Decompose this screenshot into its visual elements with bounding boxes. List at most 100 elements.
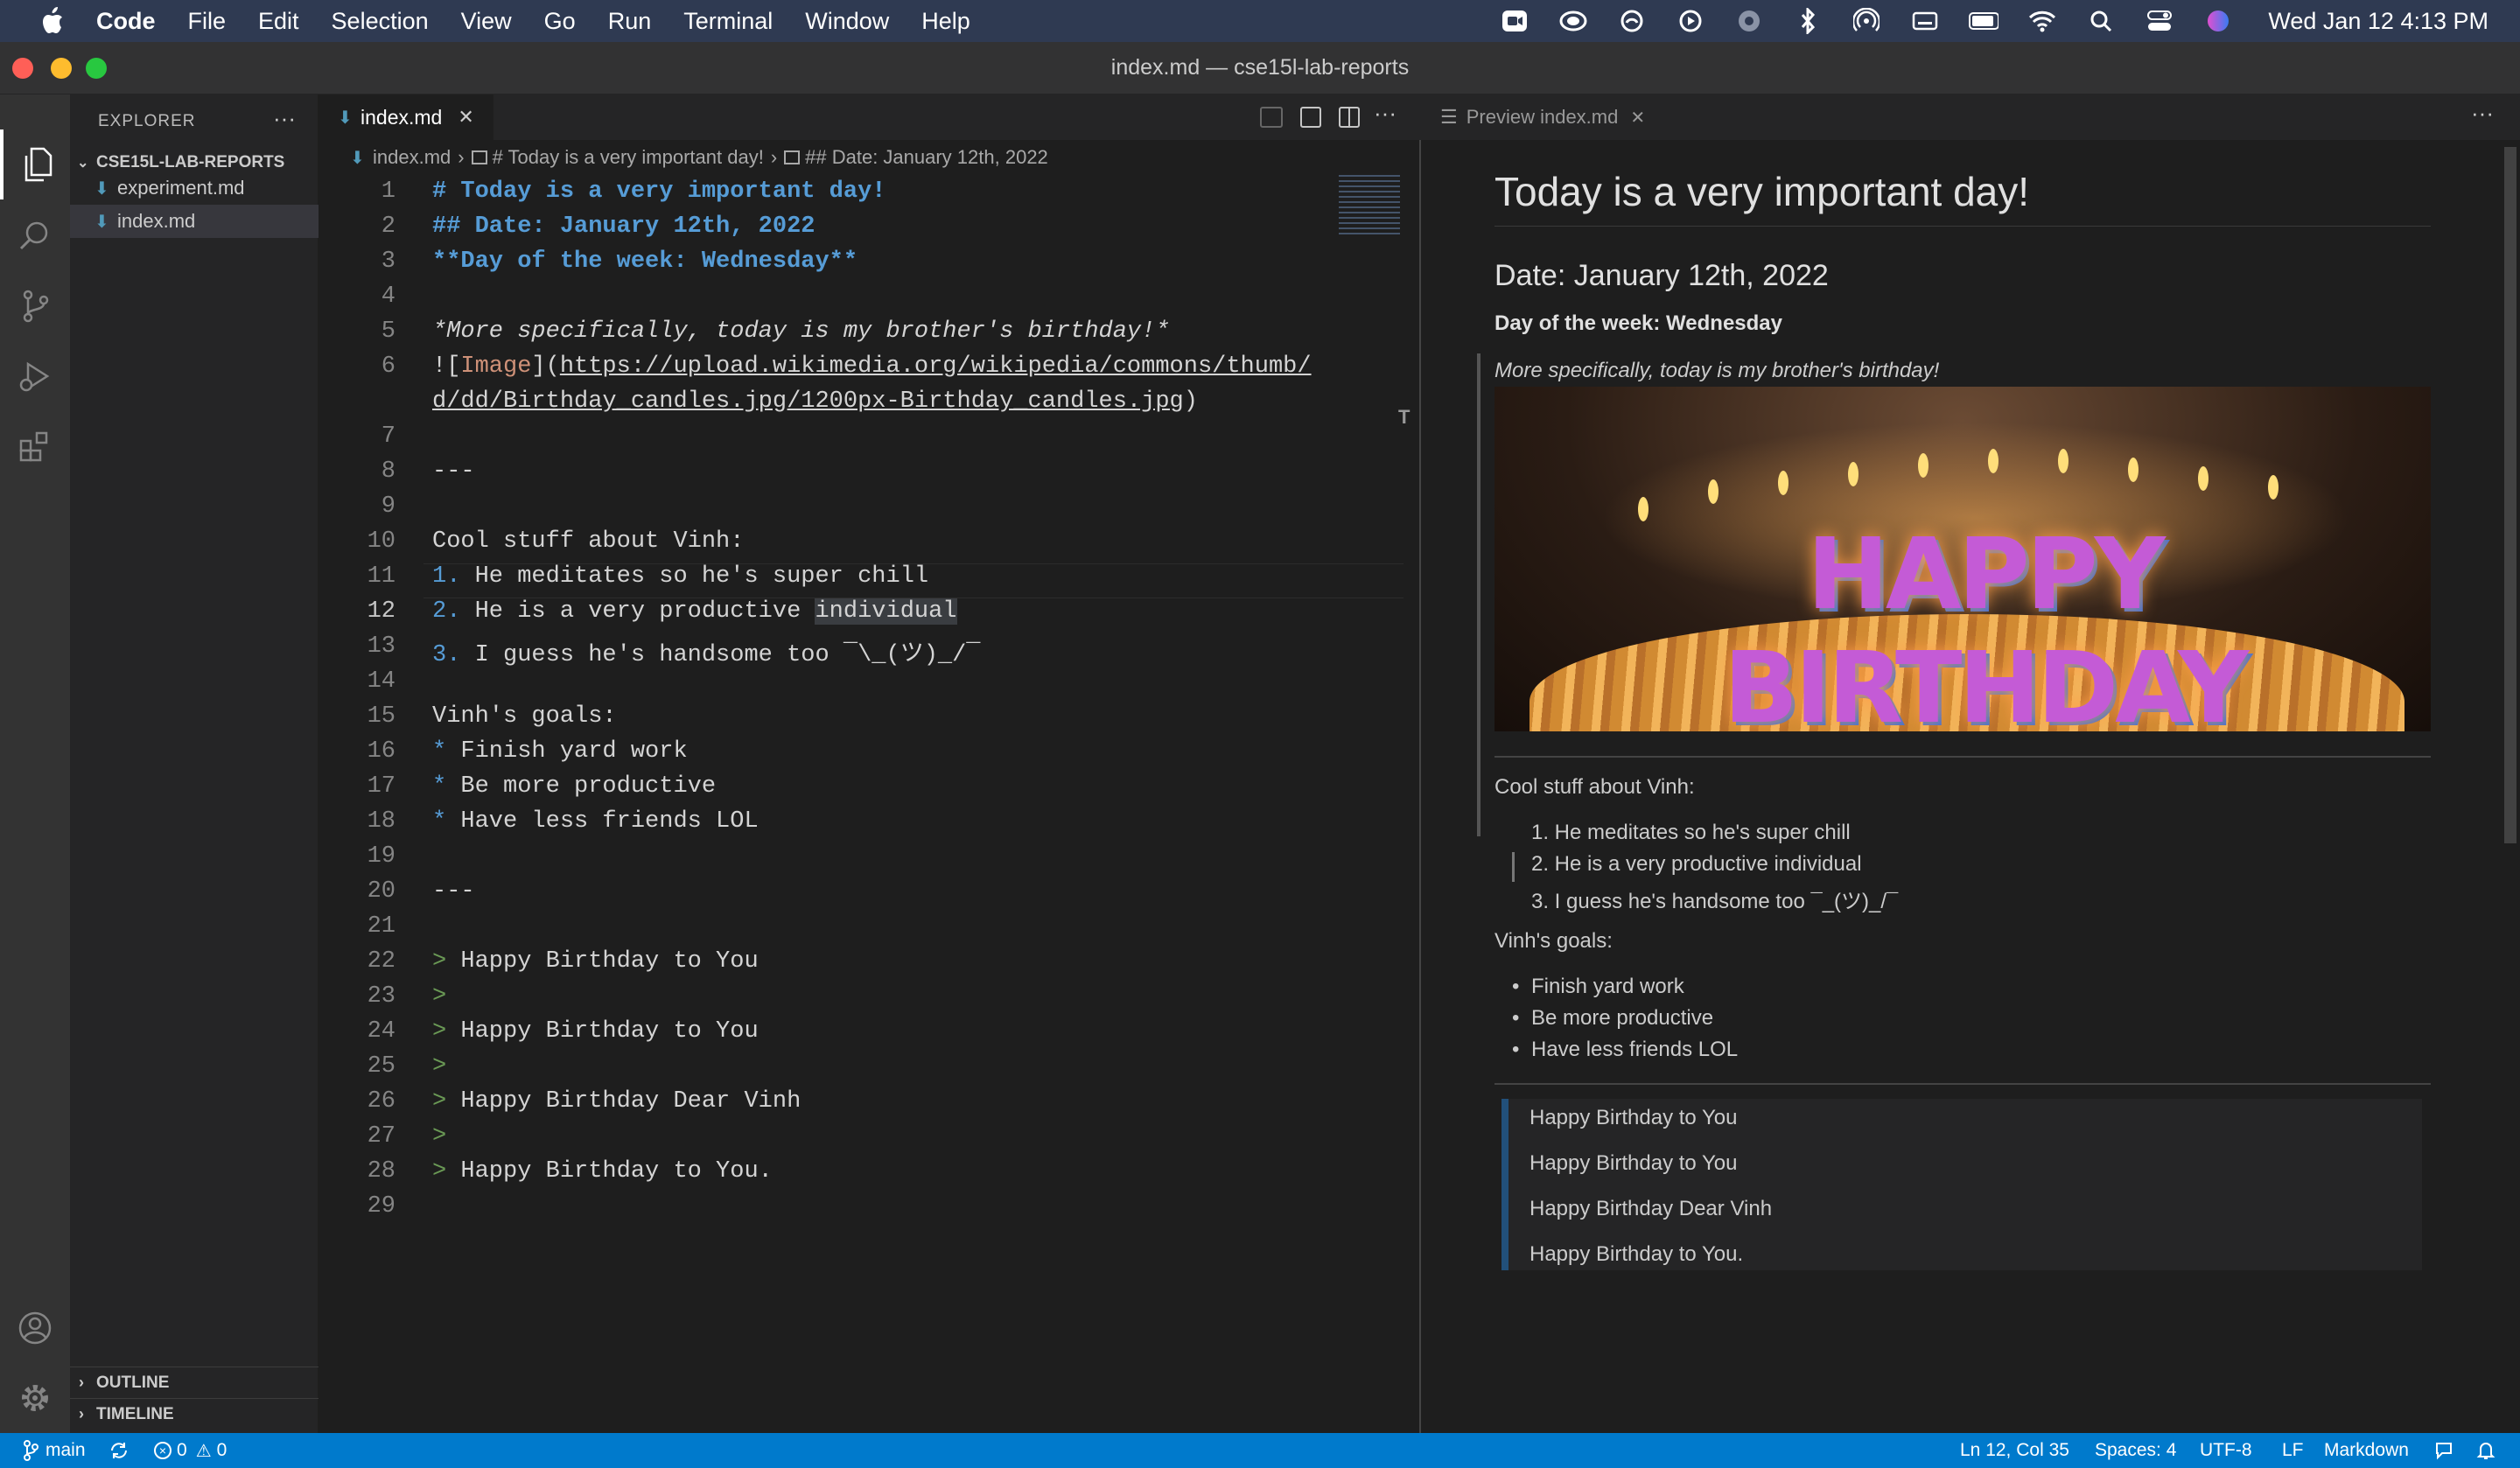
menu-help[interactable]: Help: [921, 8, 970, 35]
open-preview-side-icon[interactable]: [1300, 107, 1321, 128]
menu-file[interactable]: File: [188, 8, 227, 35]
menubar-clock[interactable]: Wed Jan 12 4:13 PM: [2268, 8, 2488, 35]
line-number: 4: [381, 283, 396, 310]
cursor-position[interactable]: Ln 12, Col 35: [1960, 1433, 2069, 1468]
markdown-file-icon: ⬇: [94, 178, 109, 199]
code-line: ![Image](https://upload.wikimedia.org/wi…: [432, 353, 1312, 380]
code-line: ---: [432, 458, 475, 485]
tab-preview-index-md[interactable]: ☰ Preview index.md ✕: [1421, 94, 1666, 140]
line-number: 2: [381, 213, 396, 240]
airdrop-icon[interactable]: [1852, 8, 1881, 34]
spotlight-search-icon[interactable]: [2086, 8, 2116, 34]
menu-view[interactable]: View: [461, 8, 512, 35]
line-number: 9: [381, 493, 396, 520]
quote-marker: >: [432, 1088, 447, 1115]
line-number: 10: [367, 528, 396, 555]
menu-window[interactable]: Window: [805, 8, 889, 35]
manage-gear-icon[interactable]: [0, 1363, 70, 1433]
preview-cool-stuff: Cool stuff about Vinh:: [1494, 775, 1695, 799]
more-actions-icon[interactable]: ···: [273, 105, 296, 132]
code-line: > Happy Birthday to You.: [432, 1158, 773, 1185]
preview-scrollbar[interactable]: [2504, 147, 2516, 843]
file-item-index[interactable]: ⬇ index.md: [70, 205, 318, 238]
indentation-status[interactable]: Spaces: 4: [2095, 1433, 2176, 1468]
minimize-window-button[interactable]: [51, 58, 72, 79]
line-number: 23: [367, 983, 396, 1010]
tab-label: index.md: [360, 105, 443, 129]
code-line: >: [432, 1123, 446, 1150]
preview-more-actions-icon[interactable]: ···: [2471, 100, 2494, 127]
breadcrumb-file[interactable]: index.md: [373, 146, 451, 169]
search-icon[interactable]: [0, 201, 70, 271]
line-number: 8: [381, 458, 396, 485]
menu-go[interactable]: Go: [544, 8, 576, 35]
scrollbar-marker[interactable]: T: [1398, 406, 1412, 428]
keyboard-icon[interactable]: [1910, 8, 1940, 34]
siri-icon[interactable]: [2203, 8, 2233, 34]
branch-status[interactable]: main: [23, 1433, 86, 1468]
source-control-icon[interactable]: [0, 271, 70, 341]
encoding-status[interactable]: UTF-8: [2200, 1433, 2252, 1468]
eol-status[interactable]: LF: [2282, 1433, 2304, 1468]
close-tab-icon[interactable]: ✕: [458, 106, 473, 129]
editor-more-actions-icon[interactable]: ···: [1374, 100, 1396, 127]
extensions-icon[interactable]: [0, 411, 70, 481]
error-icon: ×: [154, 1442, 172, 1459]
explorer-icon[interactable]: [0, 129, 70, 199]
accounts-icon[interactable]: [0, 1293, 70, 1363]
breadcrumb-heading1[interactable]: # Today is a very important day!: [493, 146, 764, 169]
sync-icon[interactable]: [1617, 8, 1647, 34]
outline-section[interactable]: › OUTLINE: [70, 1367, 318, 1398]
editor-tab-bar: ⬇ index.md ✕ ···: [318, 94, 1421, 140]
close-tab-icon[interactable]: ✕: [1630, 107, 1645, 129]
link-url-token[interactable]: https://upload.wikimedia.org/wikipedia/c…: [560, 353, 1312, 380]
preview-bold-text: Day of the week: Wednesday: [1494, 311, 1782, 335]
apple-logo-icon[interactable]: [35, 4, 68, 38]
close-window-button[interactable]: [12, 58, 33, 79]
sync-status-icon[interactable]: [108, 1433, 130, 1468]
quote-marker: >: [432, 1123, 447, 1150]
ordered-list-item: 2. He is a very productive individual: [1531, 852, 1862, 876]
language-mode[interactable]: Markdown: [2324, 1433, 2409, 1468]
line-number: 3: [381, 248, 396, 275]
tab-index-md[interactable]: ⬇ index.md ✕: [318, 94, 494, 140]
current-line-marker: [1512, 852, 1515, 882]
control-center-icon[interactable]: [2145, 8, 2174, 34]
line-number: 28: [367, 1158, 396, 1185]
menu-run[interactable]: Run: [608, 8, 652, 35]
bluetooth-icon[interactable]: [1793, 8, 1823, 34]
split-editor-icon[interactable]: [1339, 107, 1360, 128]
run-debug-icon[interactable]: [0, 341, 70, 411]
feedback-icon[interactable]: [2434, 1433, 2454, 1468]
creative-cloud-icon[interactable]: [1558, 8, 1588, 34]
file-item-experiment[interactable]: ⬇ experiment.md: [70, 171, 318, 205]
extension-icon[interactable]: [1734, 8, 1764, 34]
menu-terminal[interactable]: Terminal: [683, 8, 773, 35]
breadcrumb-heading2[interactable]: ## Date: January 12th, 2022: [805, 146, 1048, 169]
line-number: 24: [367, 1018, 396, 1045]
menu-edit[interactable]: Edit: [258, 8, 299, 35]
zoom-icon[interactable]: [1500, 8, 1530, 34]
preview-tab-bar: ☰ Preview index.md ✕ ···: [1421, 94, 2520, 140]
menu-selection[interactable]: Selection: [332, 8, 429, 35]
bullet-dot: •: [1512, 1038, 1520, 1061]
timeline-section[interactable]: › TIMELINE: [70, 1398, 318, 1430]
minimap[interactable]: [1339, 175, 1400, 236]
status-bar: main × 0 ⚠ 0 Ln 12, Col 35 Spaces: 4 UTF…: [0, 1433, 2520, 1468]
battery-icon[interactable]: [1969, 8, 1999, 34]
menu-code[interactable]: Code: [96, 8, 156, 35]
play-circle-icon[interactable]: [1676, 8, 1705, 34]
notifications-bell-icon[interactable]: [2476, 1433, 2496, 1468]
open-changes-icon[interactable]: [1260, 107, 1283, 128]
cake-candles-text: HAPPY BIRTHDAY: [1723, 518, 2249, 731]
wifi-icon[interactable]: [2027, 8, 2057, 34]
warning-icon: ⚠: [195, 1441, 212, 1461]
outline-label: OUTLINE: [96, 1373, 170, 1392]
birthday-cake-image[interactable]: HAPPY BIRTHDAY: [1494, 387, 2431, 731]
zoom-window-button[interactable]: [86, 58, 107, 79]
link-url-token[interactable]: d/dd/Birthday_candles.jpg/1200px-Birthda…: [432, 388, 1184, 415]
code-line: 1. He meditates so he's super chill: [432, 563, 928, 590]
file-label: index.md: [117, 210, 196, 232]
code-line: >: [432, 1053, 446, 1080]
problems-status[interactable]: × 0 ⚠ 0: [154, 1433, 227, 1468]
